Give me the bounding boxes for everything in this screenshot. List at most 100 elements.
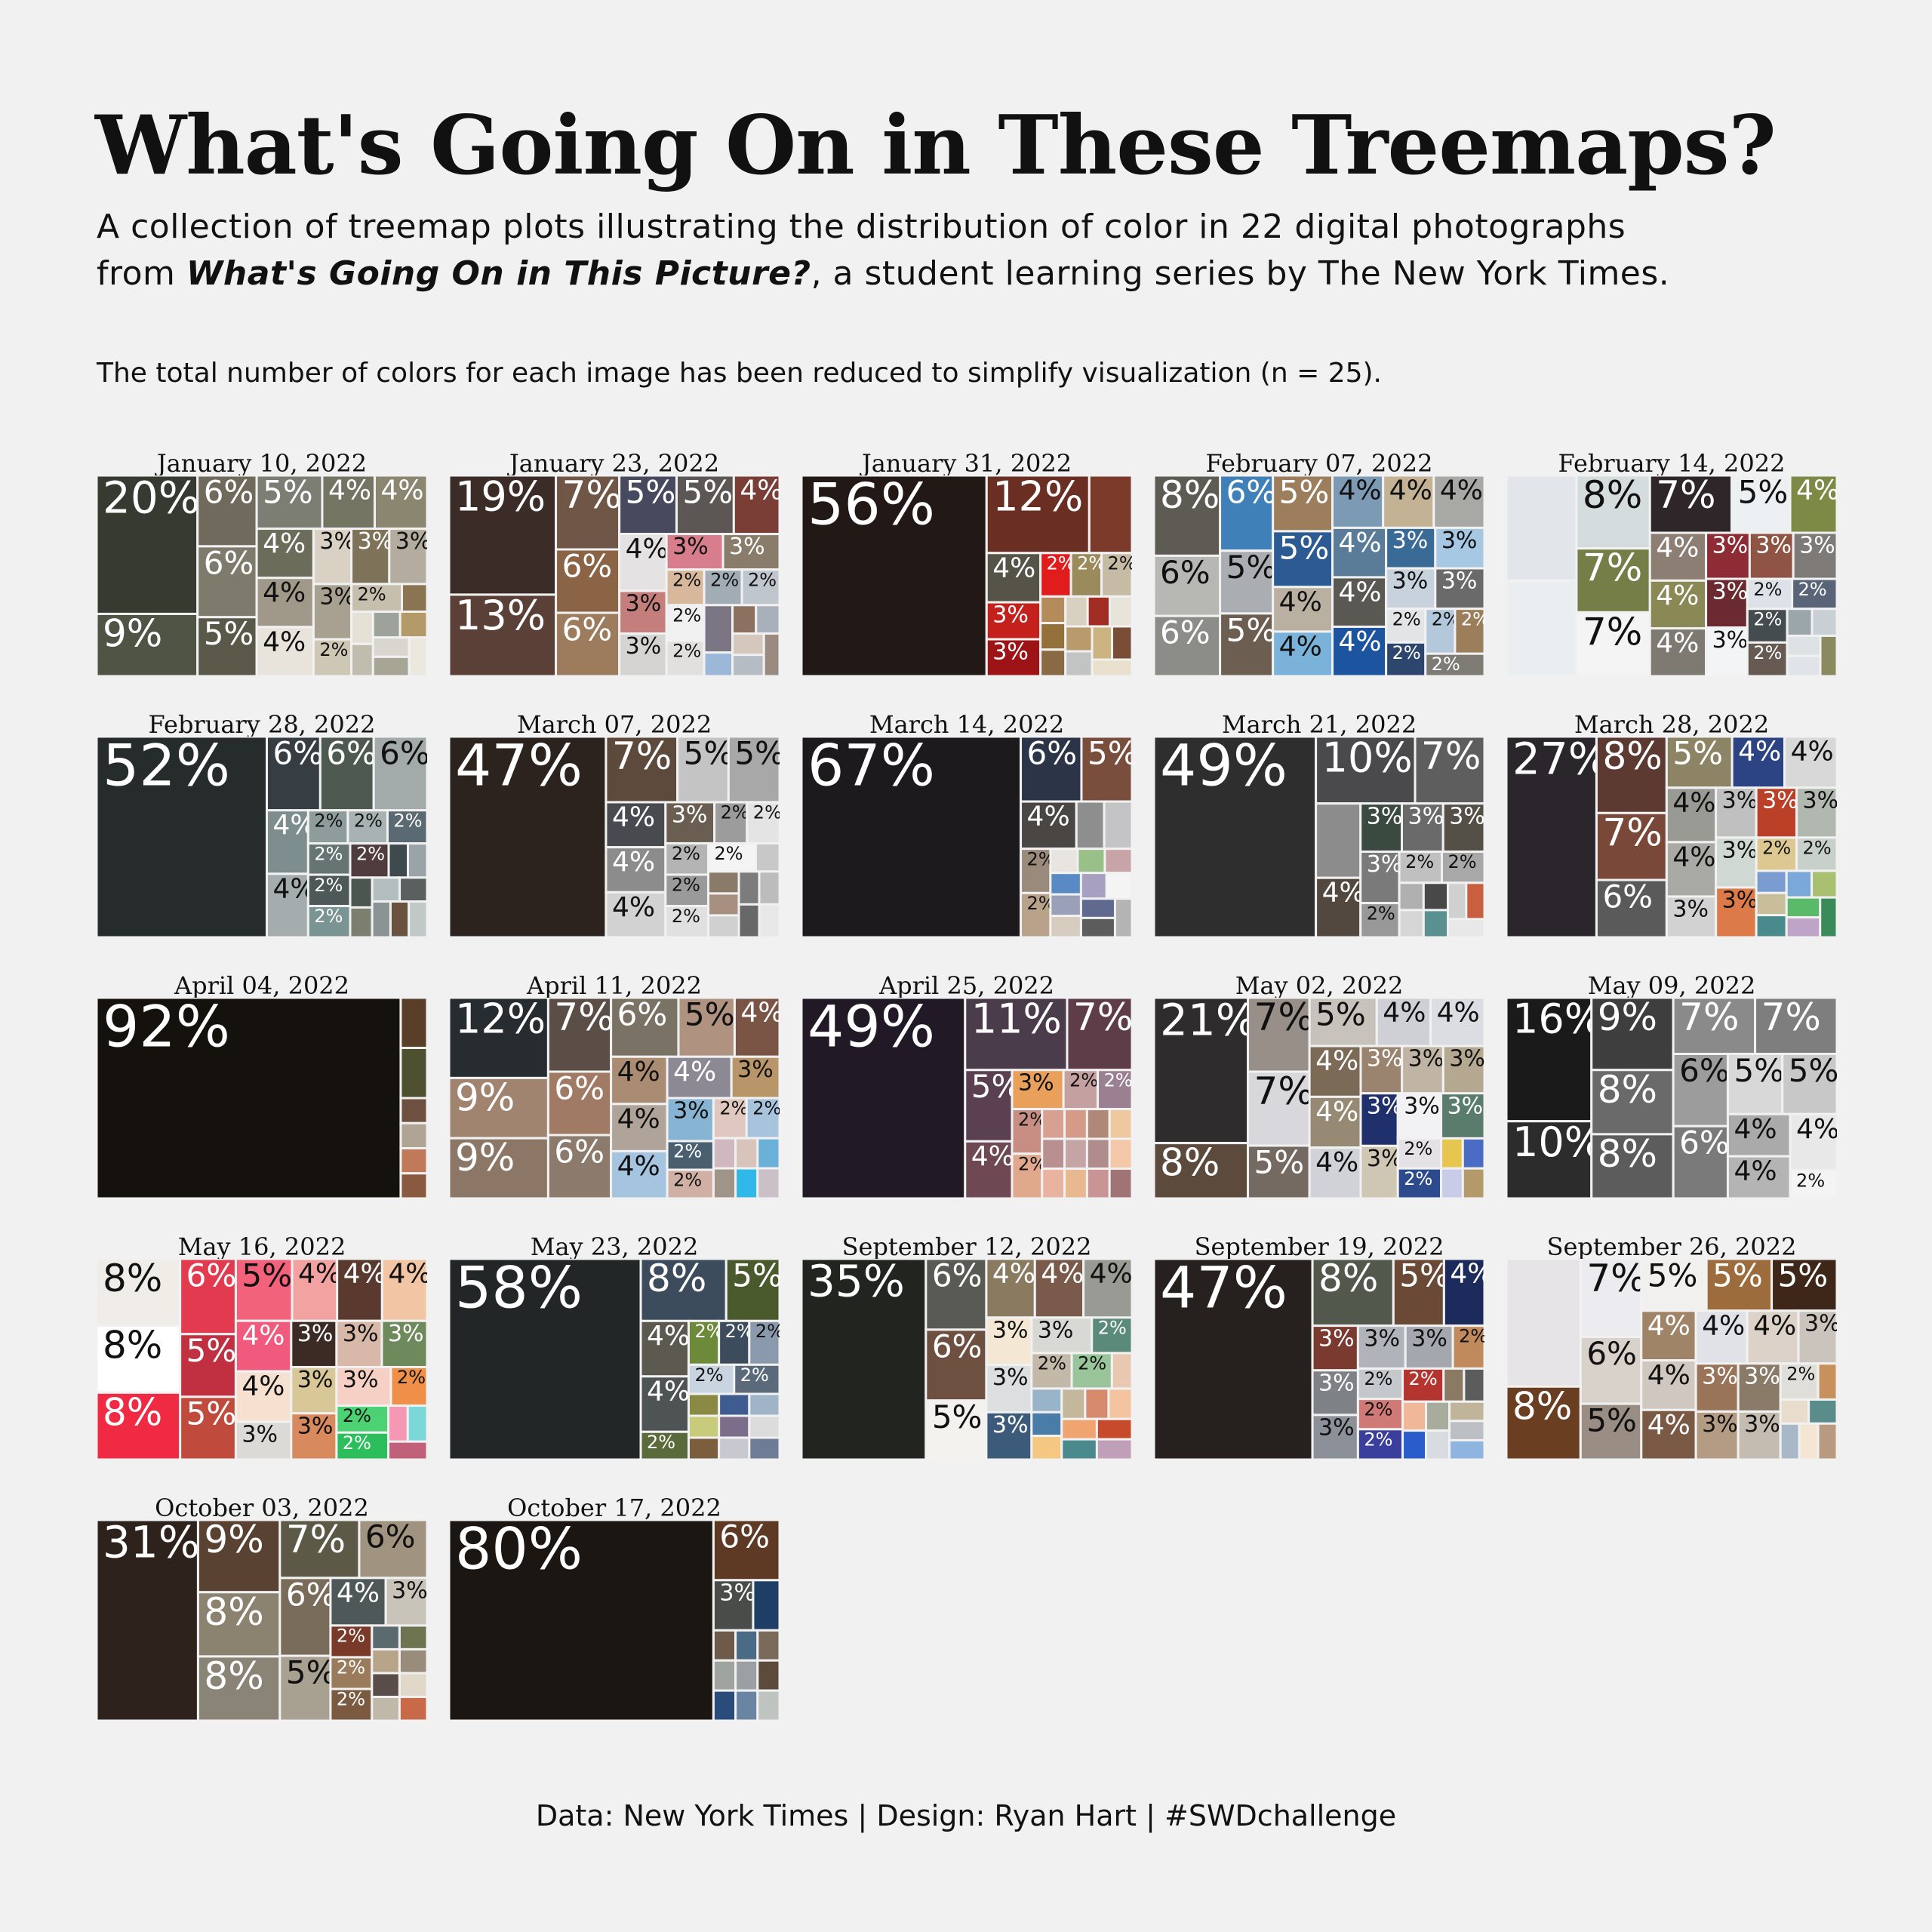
cell-label: 2% (343, 1432, 371, 1454)
cell-label: 4% (328, 475, 371, 506)
treemap-cell (758, 903, 780, 937)
cell-label: 3% (1744, 1363, 1780, 1389)
cell-label: 4% (617, 1103, 660, 1134)
cell-label: 4% (1339, 528, 1382, 558)
treemap-cell (1807, 1398, 1837, 1425)
treemap-cell (712, 1629, 737, 1662)
treemap-cell (1779, 1422, 1801, 1460)
treemap-cell (1108, 1168, 1132, 1198)
treemap-cell (1425, 1429, 1451, 1460)
cell-label: 3% (1318, 1414, 1355, 1441)
cell-label: 4% (1041, 1259, 1084, 1290)
cell-label: 6% (1160, 554, 1211, 591)
cell-label: 4% (1656, 533, 1699, 564)
cell-label: 2% (1796, 1170, 1825, 1191)
treemap-cell (752, 1579, 780, 1632)
treemap-cell (1401, 1400, 1428, 1432)
cell-label: 6% (204, 475, 254, 510)
cell-label: 2% (694, 1364, 723, 1386)
cell-label: 6% (273, 737, 324, 771)
treemap-cell (1440, 1137, 1464, 1170)
treemap-cell (1786, 654, 1822, 676)
cell-label: 3% (1702, 1411, 1738, 1438)
treemap: 80% 6% 3% (449, 1520, 780, 1721)
cell-label: 8% (204, 1654, 263, 1698)
cell-label: 2% (752, 1098, 780, 1119)
treemap-cell (349, 876, 374, 909)
cell-label: 2% (356, 843, 385, 864)
cell-label: 7% (1586, 1259, 1646, 1300)
treemap-cell (1111, 625, 1132, 661)
cell-label: 4% (1738, 737, 1781, 768)
treemap-cell (734, 1167, 759, 1198)
cell-label: 3% (992, 1364, 1029, 1391)
treemap: 8%8%8%6%5%5%5% 4% 4% 4%4%4%3%3% 3% 3%3%3%3% 2%… (97, 1259, 427, 1460)
treemap-cell (687, 1436, 721, 1460)
treemap-cell (1506, 579, 1578, 676)
treemap: 92% (97, 998, 427, 1198)
cell-label: 8% (1598, 1132, 1657, 1176)
cell-label: 80% (455, 1520, 583, 1582)
cell-label: 3% (1799, 533, 1835, 559)
treemap-panel: February 14, 2022 8% 7% 7% 7% 5% 4% 4% 4% 4% 3% 3% 3… (1506, 447, 1837, 749)
cell-label: 2% (1753, 642, 1782, 663)
treemap-cell (756, 1167, 780, 1198)
cell-label: 2% (358, 584, 386, 605)
treemap-cell (371, 1672, 401, 1698)
cell-label: 6% (1027, 737, 1078, 771)
cell-label: 6% (326, 737, 377, 771)
cell-label: 5% (242, 1259, 292, 1294)
treemap-cell (1113, 897, 1132, 937)
cell-label: 4% (992, 552, 1035, 583)
cell-label: 3% (1441, 568, 1478, 595)
cell-label: 2% (715, 843, 743, 864)
treemap-cell (1095, 1438, 1132, 1460)
cell-label: 9% (455, 1136, 515, 1180)
cell-label: 9% (204, 1520, 263, 1561)
cell-label: 2% (1392, 608, 1421, 629)
treemap-cell (707, 914, 740, 937)
treemap-cell (371, 636, 411, 658)
treemap-cell (1060, 1417, 1098, 1441)
treemap-cell (1049, 848, 1079, 875)
chart-title: What's Going On in These Treemaps? (95, 98, 1777, 193)
cell-label: 3% (297, 1413, 334, 1439)
cell-label: 6% (554, 1069, 605, 1106)
treemap-cell (1039, 648, 1067, 676)
cell-label: 2% (1404, 1168, 1432, 1189)
cell-label: 5% (685, 998, 735, 1032)
cell-label: 2% (1364, 1429, 1392, 1450)
treemap-cell (1064, 650, 1094, 676)
treemap-cell (408, 636, 427, 676)
cell-label: 6% (286, 1576, 337, 1613)
treemap-cell (756, 1659, 780, 1692)
cell-label: 4% (626, 534, 669, 565)
treemap-cell (1030, 1387, 1063, 1414)
treemap-cell (1039, 595, 1067, 625)
cell-label: 3% (1318, 1325, 1355, 1352)
cell-label: 3% (1712, 533, 1749, 559)
treemap-cell (1091, 658, 1132, 676)
treemap-cell (1506, 475, 1578, 582)
cell-label: 3% (358, 528, 394, 555)
cell-label: 35% (808, 1259, 905, 1307)
cell-label: 4% (1796, 475, 1837, 506)
cell-label: 67% (808, 737, 935, 798)
treemap-panel: September 19, 202247%8%5%4%3%3%3%3%3%2%2… (1154, 1230, 1484, 1532)
cell-label: 7% (1679, 998, 1739, 1039)
treemap-cell (371, 1647, 401, 1675)
treemap-cell (737, 870, 761, 906)
cell-label: 2% (740, 1364, 769, 1386)
cell-label: 4% (740, 475, 780, 506)
cell-label: 6% (1679, 1052, 1730, 1089)
cell-label: 3% (1404, 1093, 1440, 1119)
cell-label: 3% (1803, 787, 1837, 814)
treemap-cell (1049, 872, 1082, 896)
cell-label: 2% (1459, 1325, 1484, 1346)
cell-label: 4% (617, 1151, 660, 1182)
treemap-cell (371, 900, 392, 937)
treemap-panel: October 17, 2022 80% 6% 3% (449, 1491, 780, 1793)
cell-label: 92% (103, 998, 230, 1060)
treemap-cell (350, 611, 374, 645)
treemap-cell (718, 1414, 751, 1439)
